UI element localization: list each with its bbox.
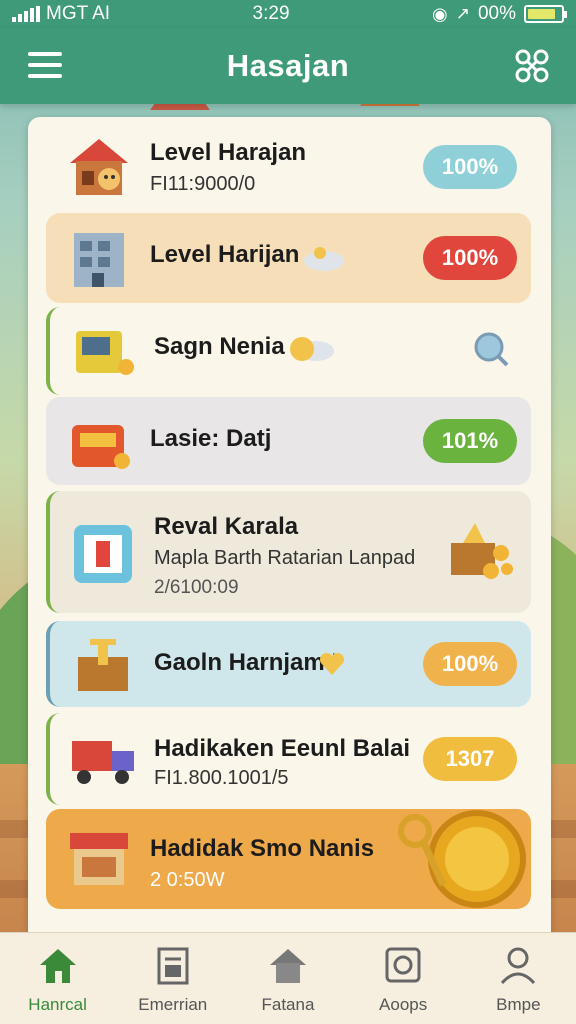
nav-label: Fatana xyxy=(261,994,315,1014)
nav-label: Emerrian xyxy=(138,994,208,1014)
item-detail: 2/6100:09 xyxy=(154,577,239,598)
list-item-hadikaken-eeunl-balai[interactable]: Hadikaken Eeunl Balai FI1.800.1001/5 130… xyxy=(46,713,531,805)
treasure-box-icon xyxy=(78,639,128,691)
home-icon xyxy=(39,948,76,983)
heart-icon xyxy=(319,652,345,675)
task-list: Level Harajan FI11:9000/0 100% Level Har… xyxy=(28,117,551,947)
nav-home[interactable]: Hanrcal xyxy=(3,943,113,1015)
item-title: Sagn Nenia xyxy=(154,333,285,360)
list-item-reval-karala[interactable]: Reval Karala Mapla Barth Ratarian Lanpad… xyxy=(46,491,531,613)
profile-icon xyxy=(501,947,536,984)
list-item-lasie-datj[interactable]: Lasie: Datj 101% xyxy=(46,397,531,485)
item-subtitle: Mapla Barth Ratarian Lanpad xyxy=(154,547,416,569)
document-icon xyxy=(157,947,189,984)
clock: 3:29 xyxy=(252,3,290,24)
share-icon[interactable] xyxy=(514,48,550,84)
item-subtitle: FI11:9000/0 xyxy=(150,173,256,195)
treasure-coins-icon xyxy=(451,523,513,579)
status-bar: MGT AI 3:29 ◉ ↗ 00% xyxy=(0,0,576,28)
item-title: Hadikaken Eeunl Balai xyxy=(154,735,411,762)
progress-badge: 1307 xyxy=(423,737,517,781)
cash-register-icon xyxy=(72,425,130,469)
progress-badge: 100% xyxy=(423,642,517,686)
house-outline-icon xyxy=(269,948,306,983)
signal-icon xyxy=(12,6,40,22)
alarm-icon: ↗ xyxy=(455,4,470,23)
golden-coin-key-icon xyxy=(398,810,526,908)
carrier-name: MGT AI xyxy=(46,3,111,24)
nav-bmpe[interactable]: Bmpe xyxy=(463,943,573,1015)
hamburger-icon xyxy=(28,52,62,56)
nav-label: Aoops xyxy=(379,994,428,1014)
item-title: Hadidak Smo Nanis xyxy=(150,835,375,862)
progress-badge: 101% xyxy=(423,419,517,463)
nav-label: Hanrcal xyxy=(28,994,87,1014)
list-item-hadidak-smo-nanis[interactable]: Hadidak Smo Nanis 2 0:50W xyxy=(46,809,531,909)
battery-icon xyxy=(523,5,567,23)
house-icon xyxy=(70,139,128,195)
safe-icon xyxy=(385,947,421,982)
nav-emerrian[interactable]: Emerrian xyxy=(118,943,228,1015)
nav-aoops[interactable]: Aoops xyxy=(348,943,458,1015)
building-icon xyxy=(74,233,124,287)
item-subtitle: FI1.800.1001/5 xyxy=(154,767,289,789)
list-item-gaoln-harnjam[interactable]: Gaoln Harnjam I 100% xyxy=(46,621,531,707)
search-icon[interactable] xyxy=(471,329,511,369)
item-title: Level Harijan xyxy=(150,241,300,268)
item-title: Gaoln Harnjam I xyxy=(154,649,339,676)
list-item-sagn-nenia[interactable]: Sagn Nenia xyxy=(46,307,531,395)
list-item-level-harajan[interactable]: Level Harajan FI11:9000/0 100% xyxy=(46,123,531,211)
delivery-truck-icon xyxy=(72,741,134,784)
coin-cloud-icon xyxy=(290,337,334,361)
nav-label: Bmpe xyxy=(496,994,541,1014)
gift-box-icon xyxy=(74,525,132,583)
menu-button[interactable] xyxy=(28,52,62,80)
page-title: Hasajan xyxy=(226,48,350,83)
item-title: Level Harajan xyxy=(150,139,307,166)
progress-badge: 100% xyxy=(423,145,517,189)
item-subtitle: 2 0:50W xyxy=(150,869,225,891)
location-icon: ◉ xyxy=(431,3,448,24)
atm-machine-icon xyxy=(76,331,134,375)
progress-badge: 100% xyxy=(423,236,517,280)
list-item-level-harijan[interactable]: Level Harijan 100% xyxy=(46,213,531,303)
bottom-navigation: Hanrcal Emerrian Fatana Aoops Bmpe xyxy=(0,932,576,1024)
shop-stall-icon xyxy=(70,833,128,885)
item-title: Lasie: Datj xyxy=(150,425,272,452)
item-title: Reval Karala xyxy=(154,513,299,540)
nav-fatana[interactable]: Fatana xyxy=(233,943,343,1015)
cloud-coin-icon xyxy=(304,247,344,271)
battery-percent: 00% xyxy=(477,3,516,24)
app-bar: Hasajan xyxy=(0,28,576,104)
